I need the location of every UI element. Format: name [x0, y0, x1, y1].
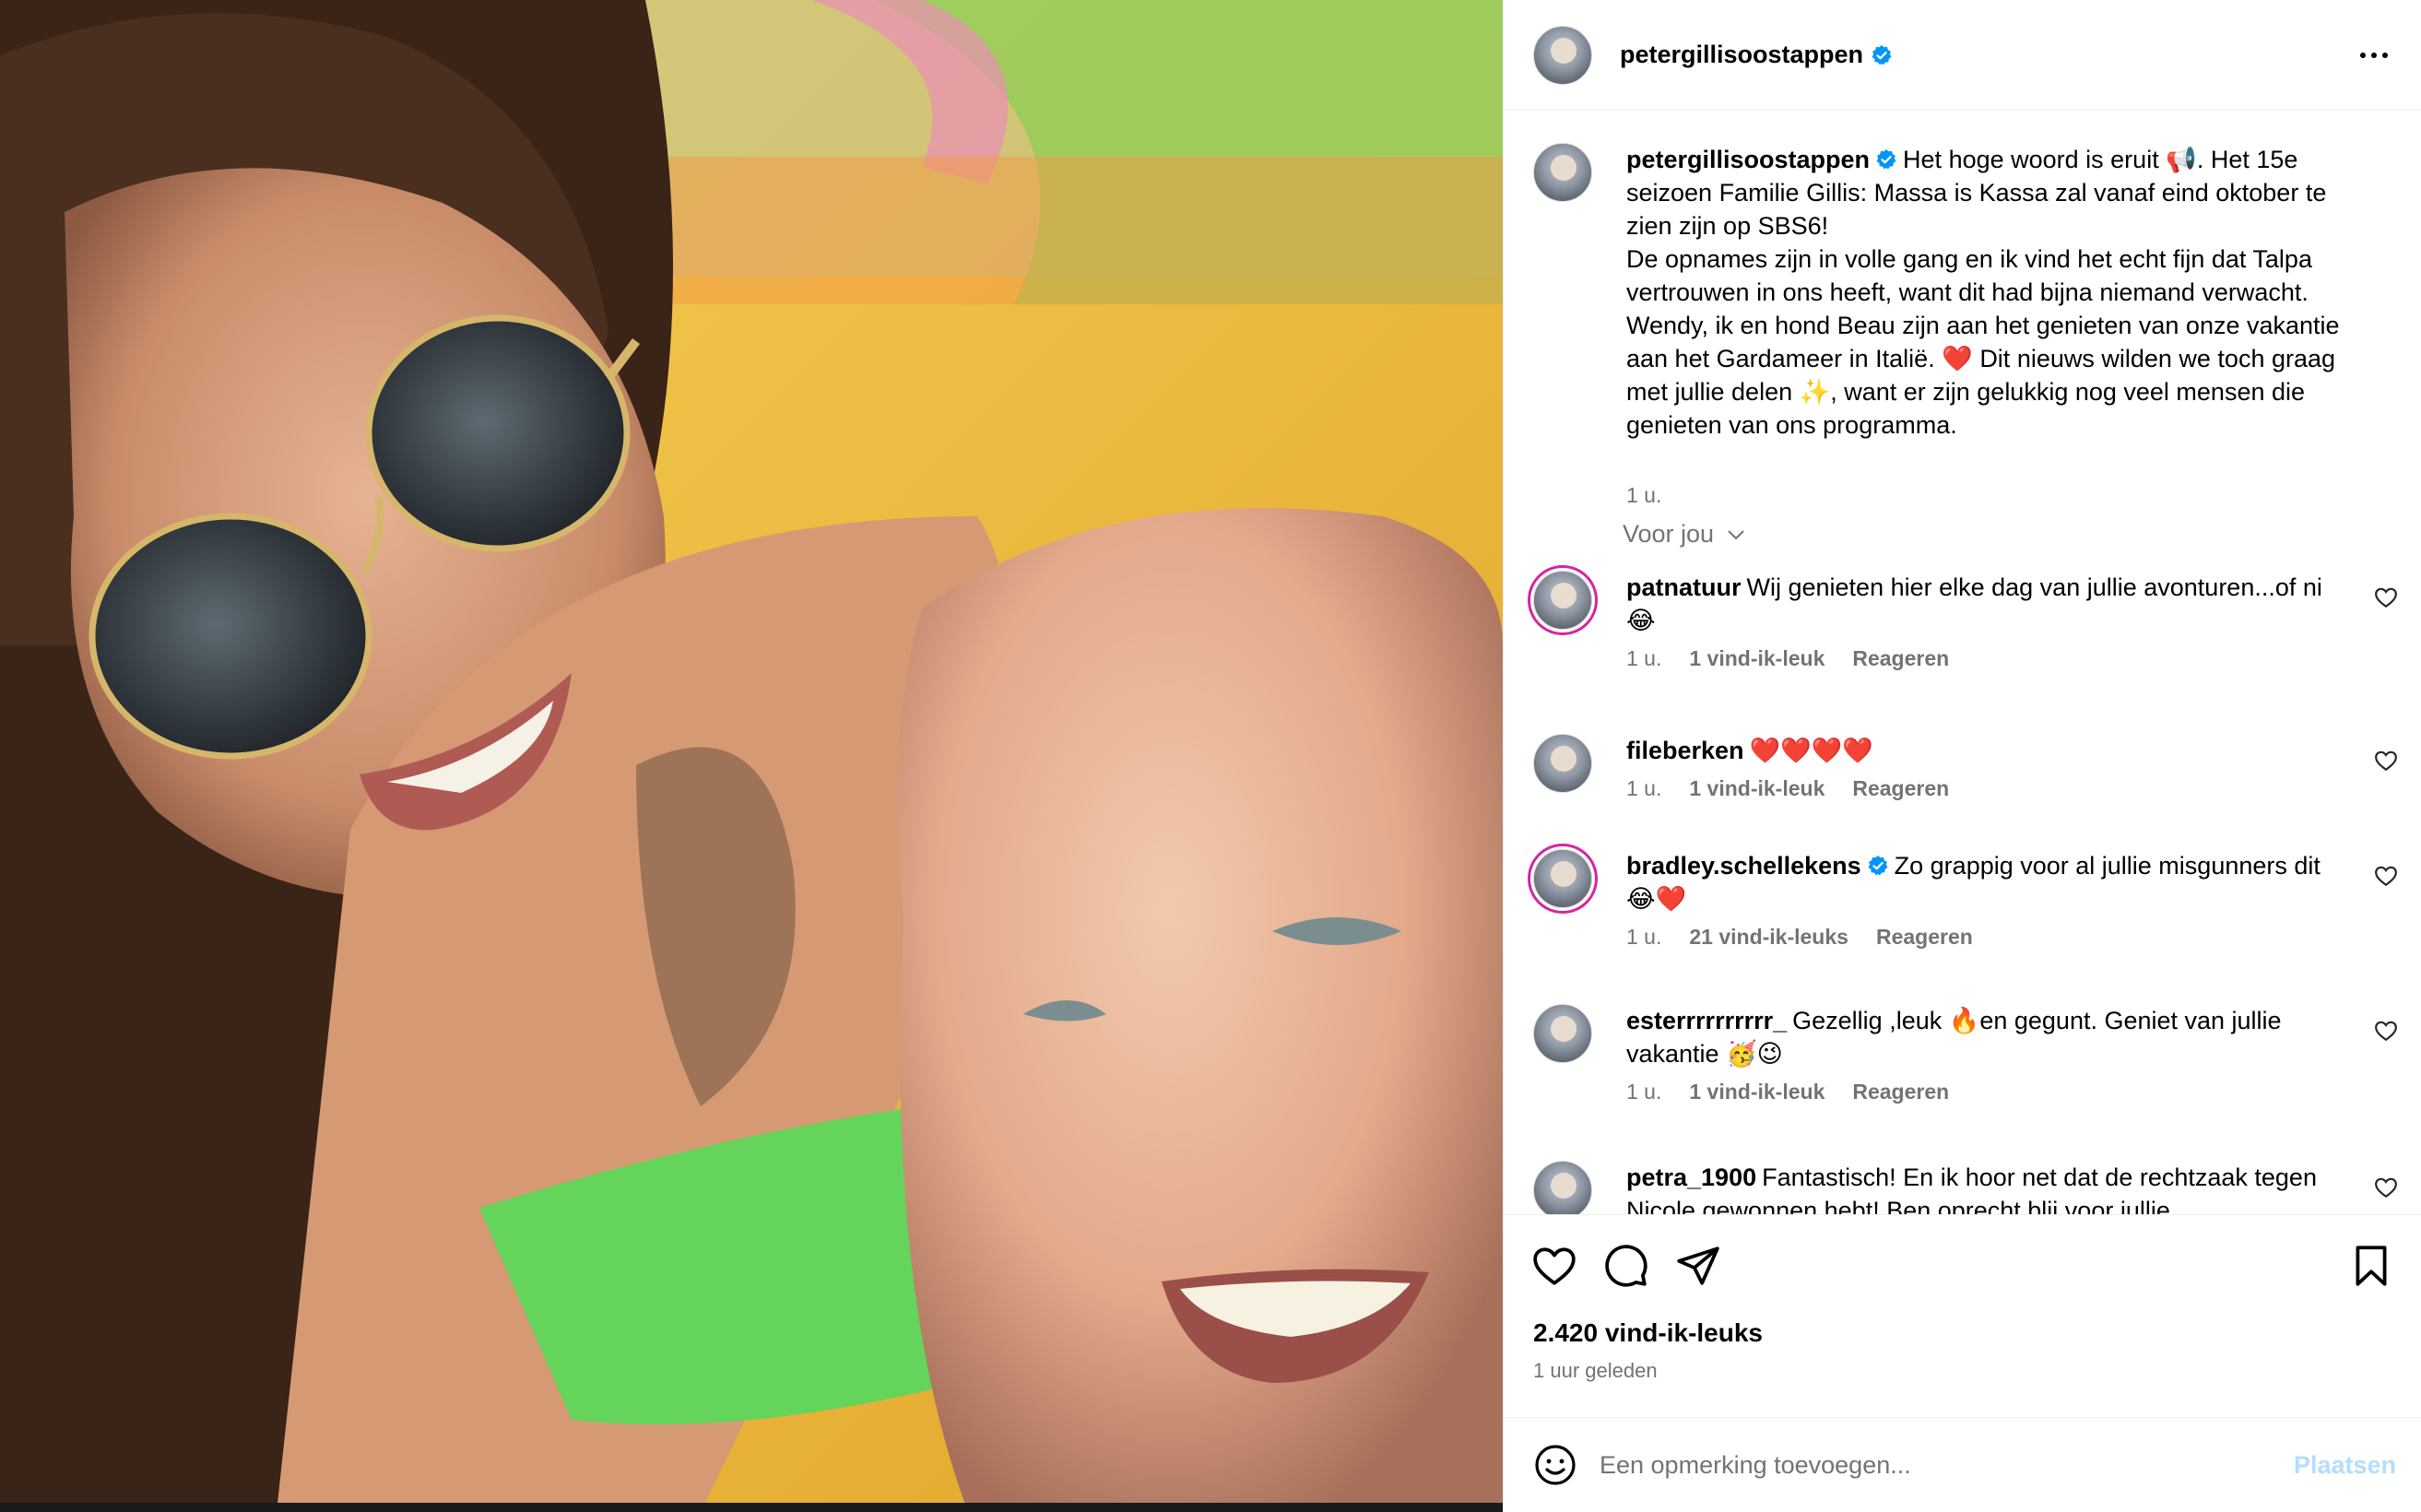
caption-time: 1 u. — [1626, 483, 1662, 507]
comment-input[interactable] — [1600, 1450, 2245, 1480]
likes-count[interactable]: 2.420 vind-ik-leuks — [1533, 1318, 1763, 1348]
comment-time: 1 u. — [1626, 776, 1662, 800]
share-send-icon[interactable] — [1675, 1243, 1721, 1289]
reply-button[interactable]: Reageren — [1852, 776, 1949, 801]
verified-badge-icon — [1872, 44, 1892, 65]
caption-meta: 1 u. — [1626, 483, 1661, 508]
commenter-avatar[interactable] — [1533, 849, 1592, 908]
action-bar: 2.420 vind-ik-leuks 1 uur geleden — [1504, 1214, 2421, 1417]
comment-meta: 1 u. 21 vind-ik-leuks Reageren — [1626, 925, 1973, 950]
post-timestamp[interactable]: 1 uur geleden — [1533, 1359, 1658, 1383]
like-heart-icon[interactable] — [1531, 1243, 1577, 1289]
add-comment-bar: Plaatsen — [1504, 1417, 2421, 1512]
comment-text: patnatuur Wij genieten hier elke dag van … — [1626, 571, 2345, 637]
reply-button[interactable]: Reageren — [1852, 1080, 1949, 1104]
verified-badge-icon — [1868, 856, 1888, 876]
comment-item: bradley.schellekens Zo grappig voor al ju… — [1504, 849, 2421, 960]
caption-block: petergillisoostappen Het hoge woord is er… — [1504, 143, 2421, 507]
comments-scroll-area[interactable]: petergillisoostappen Het hoge woord is er… — [1504, 112, 2421, 1214]
comment-time: 1 u. — [1626, 646, 1662, 670]
caption-author-username[interactable]: petergillisoostappen — [1626, 146, 1870, 173]
commenter-avatar[interactable] — [1533, 1161, 1592, 1214]
commenter-avatar[interactable] — [1533, 571, 1592, 630]
more-horizontal-icon[interactable] — [2357, 42, 2391, 68]
comment-like-heart-icon[interactable] — [2374, 1019, 2398, 1043]
comment-like-heart-icon[interactable] — [2374, 749, 2398, 773]
commenter-username[interactable]: petra_1900 — [1626, 1164, 1756, 1191]
comment-text: esterrrrrrrrrr_ Gezellig ,leuk 🔥en gegunt… — [1626, 1004, 2345, 1070]
author-avatar[interactable] — [1533, 25, 1592, 85]
comment-item: patnatuur Wij genieten hier elke dag van … — [1504, 571, 2421, 681]
comment-likes[interactable]: 1 vind-ik-leuk — [1689, 646, 1825, 671]
commenter-username[interactable]: fileberken — [1626, 737, 1744, 764]
comment-meta: 1 u. 1 vind-ik-leuk Reageren — [1626, 776, 1949, 801]
emoji-smiley-icon[interactable] — [1533, 1443, 1577, 1487]
comment-likes[interactable]: 21 vind-ik-leuks — [1689, 925, 1848, 950]
comment-like-heart-icon[interactable] — [2374, 585, 2398, 609]
commenter-username[interactable]: bradley.schellekens — [1626, 852, 1861, 880]
photo-bottom-bar — [0, 1503, 1503, 1512]
commenter-username[interactable]: patnatuur — [1626, 573, 1742, 601]
comment-like-heart-icon[interactable] — [2374, 1175, 2398, 1199]
comment-meta: 1 u. 1 vind-ik-leuk Reageren — [1626, 1080, 1949, 1104]
commenter-avatar[interactable] — [1533, 734, 1592, 793]
chevron-down-icon — [1728, 529, 1744, 539]
comment-likes[interactable]: 1 vind-ik-leuk — [1689, 776, 1825, 801]
comment-meta: 1 u. 1 vind-ik-leuk Reageren — [1626, 646, 1949, 671]
reply-button[interactable]: Reageren — [1852, 646, 1949, 671]
caption-author-avatar[interactable] — [1533, 143, 1592, 202]
comment-like-heart-icon[interactable] — [2374, 864, 2398, 888]
comment-time: 1 u. — [1626, 925, 1662, 949]
post-photo[interactable] — [0, 0, 1503, 1512]
post-header: petergillisoostappen — [1504, 0, 2421, 111]
selfie-image — [0, 0, 1503, 1512]
post-comment-button[interactable]: Plaatsen — [2294, 1451, 2396, 1480]
comment-text: bradley.schellekens Zo grappig voor al ju… — [1626, 849, 2345, 915]
comment-item: fileberken ❤️❤️❤️❤️ 1 u. 1 vind-ik-leuk R… — [1504, 734, 2421, 817]
comment-time: 1 u. — [1626, 1080, 1662, 1104]
reply-button[interactable]: Reageren — [1876, 925, 1973, 950]
comment-text: petra_1900 Fantastisch! En ik hoor net da… — [1626, 1161, 2345, 1214]
comment-bubble-icon[interactable] — [1603, 1243, 1649, 1289]
voor-jou-sort[interactable]: Voor jou — [1623, 520, 1747, 549]
comment-content: ❤️❤️❤️❤️ — [1749, 737, 1874, 764]
comment-item: petra_1900 Fantastisch! En ik hoor net da… — [1504, 1161, 2421, 1214]
caption-line-2: De opnames zijn in volle gang en ik vind… — [1626, 245, 2340, 439]
verified-badge-icon — [1876, 149, 1896, 170]
comment-item: esterrrrrrrrrr_ Gezellig ,leuk 🔥en gegunt… — [1504, 1004, 2421, 1115]
bookmark-save-icon[interactable] — [2348, 1243, 2394, 1289]
caption-text: petergillisoostappen Het hoge woord is er… — [1626, 143, 2345, 442]
post-side-panel: petergillisoostappen petergillisoostappe… — [1503, 0, 2421, 1512]
voor-jou-label: Voor jou — [1623, 520, 1715, 548]
commenter-username[interactable]: esterrrrrrrrrr_ — [1626, 1007, 1787, 1034]
comment-text: fileberken ❤️❤️❤️❤️ — [1626, 734, 2345, 767]
comment-likes[interactable]: 1 vind-ik-leuk — [1689, 1080, 1825, 1104]
commenter-avatar[interactable] — [1533, 1004, 1592, 1063]
author-username[interactable]: petergillisoostappen — [1620, 41, 1863, 69]
